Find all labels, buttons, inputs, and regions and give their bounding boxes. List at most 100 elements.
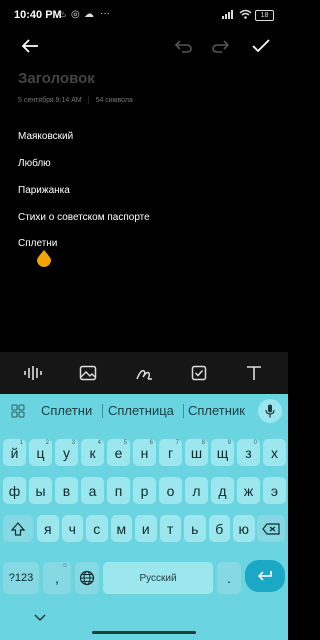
key-label: е <box>114 444 123 461</box>
symbols-key[interactable]: ?123 <box>3 562 39 594</box>
key-ы[interactable]: ы <box>29 477 52 504</box>
key-hint: 9 <box>227 440 231 446</box>
microphone-icon <box>265 404 275 418</box>
key-л[interactable]: л <box>185 477 208 504</box>
key-а[interactable]: а <box>81 477 104 504</box>
activity-icon: ♨ <box>58 9 67 20</box>
key-б[interactable]: б <box>208 515 230 542</box>
key-label: ц <box>36 444 45 461</box>
enter-key[interactable] <box>245 560 285 592</box>
key-label: к <box>89 444 96 461</box>
key-label: м <box>116 520 127 537</box>
save-button[interactable] <box>247 30 275 62</box>
waveform-icon <box>24 366 42 380</box>
key-д[interactable]: д <box>211 477 234 504</box>
key-о[interactable]: о <box>159 477 182 504</box>
key-с[interactable]: с <box>86 515 108 542</box>
nav-bar <box>0 611 288 640</box>
draw-button[interactable] <box>129 352 159 394</box>
wifi-icon <box>239 9 252 19</box>
note-line[interactable]: Парижанка <box>18 185 70 196</box>
suggestion-divider <box>183 404 184 418</box>
battery-icon: 18 <box>255 10 274 21</box>
key-label: о <box>166 482 175 499</box>
key-ц[interactable]: ц2 <box>29 439 52 466</box>
key-label: ю <box>238 520 250 537</box>
checkbox-icon <box>191 365 207 381</box>
key-з[interactable]: з0 <box>237 439 260 466</box>
suggestion-item[interactable]: Сплетник <box>188 403 245 418</box>
shift-key[interactable] <box>3 515 33 542</box>
suggestion-item[interactable]: Сплетница <box>108 403 174 418</box>
note-title-input[interactable]: Заголовок <box>18 70 95 87</box>
key-label: р <box>140 482 149 499</box>
back-button[interactable] <box>16 30 44 62</box>
key-hint: 1 <box>19 440 23 446</box>
voice-input-button[interactable] <box>258 399 282 423</box>
key-у[interactable]: у3 <box>55 439 78 466</box>
language-switch-key[interactable] <box>75 562 99 594</box>
note-char-count: 54 символа <box>95 97 133 104</box>
key-ф[interactable]: ф <box>3 477 26 504</box>
key-щ[interactable]: щ9 <box>211 439 234 466</box>
key-ь[interactable]: ь <box>184 515 206 542</box>
formatting-bar <box>0 352 288 394</box>
key-н[interactable]: н6 <box>133 439 156 466</box>
key-label: ы <box>35 482 46 499</box>
key-э[interactable]: э <box>263 477 286 504</box>
key-п[interactable]: п <box>107 477 130 504</box>
key-г[interactable]: г7 <box>159 439 182 466</box>
undo-button[interactable] <box>169 30 197 62</box>
note-line[interactable]: Сплетни <box>18 238 57 249</box>
meta-divider: | <box>87 97 90 104</box>
key-label: п <box>114 482 123 499</box>
key-р[interactable]: р <box>133 477 156 504</box>
key-к[interactable]: к4 <box>81 439 104 466</box>
key-label: у <box>63 444 70 461</box>
key-label: а <box>88 482 97 499</box>
space-bar[interactable]: Русский <box>103 562 213 594</box>
note-line[interactable]: Люблю <box>18 158 51 169</box>
key-я[interactable]: я <box>37 515 59 542</box>
hide-keyboard-icon[interactable] <box>34 614 46 622</box>
suggestion-strip: Сплетни Сплетница Сплетник <box>0 394 288 428</box>
keyboard-menu-button[interactable] <box>8 401 28 421</box>
key-label: г <box>167 444 174 461</box>
key-т[interactable]: т <box>159 515 181 542</box>
text-format-icon <box>247 366 261 380</box>
insert-image-button[interactable] <box>73 352 103 394</box>
note-line[interactable]: Стихи о советском паспорте <box>18 212 150 223</box>
text-cursor-handle-icon[interactable] <box>37 250 51 267</box>
key-и[interactable]: и <box>135 515 157 542</box>
text-format-button[interactable] <box>239 352 269 394</box>
key-label: . <box>227 570 231 586</box>
period-key[interactable]: . <box>217 562 241 594</box>
backspace-key[interactable] <box>257 515 285 542</box>
key-label: ш <box>190 444 203 461</box>
key-label: ж <box>243 482 254 499</box>
suggestion-item[interactable]: Сплетни <box>41 403 92 418</box>
instagram-icon: ◎ <box>71 9 80 20</box>
key-label: я <box>43 520 52 537</box>
redo-button[interactable] <box>207 30 235 62</box>
key-е[interactable]: е5 <box>107 439 130 466</box>
key-ч[interactable]: ч <box>61 515 83 542</box>
key-х[interactable]: х <box>263 439 286 466</box>
key-label: й <box>10 444 19 461</box>
voice-record-button[interactable] <box>18 352 48 394</box>
key-ж[interactable]: ж <box>237 477 260 504</box>
key-м[interactable]: м <box>110 515 132 542</box>
note-line[interactable]: Маяковский <box>18 131 73 142</box>
apps-grid-icon <box>11 404 25 418</box>
comma-key[interactable]: , ☺ <box>43 562 71 594</box>
key-й[interactable]: й1 <box>3 439 26 466</box>
checklist-button[interactable] <box>184 352 214 394</box>
undo-icon <box>174 40 192 53</box>
key-ш[interactable]: ш8 <box>185 439 208 466</box>
key-в[interactable]: в <box>55 477 78 504</box>
key-hint: 2 <box>45 440 49 446</box>
key-ю[interactable]: ю <box>233 515 255 542</box>
key-label: н <box>140 444 149 461</box>
key-hint: 0 <box>253 440 257 446</box>
image-icon <box>79 365 97 381</box>
